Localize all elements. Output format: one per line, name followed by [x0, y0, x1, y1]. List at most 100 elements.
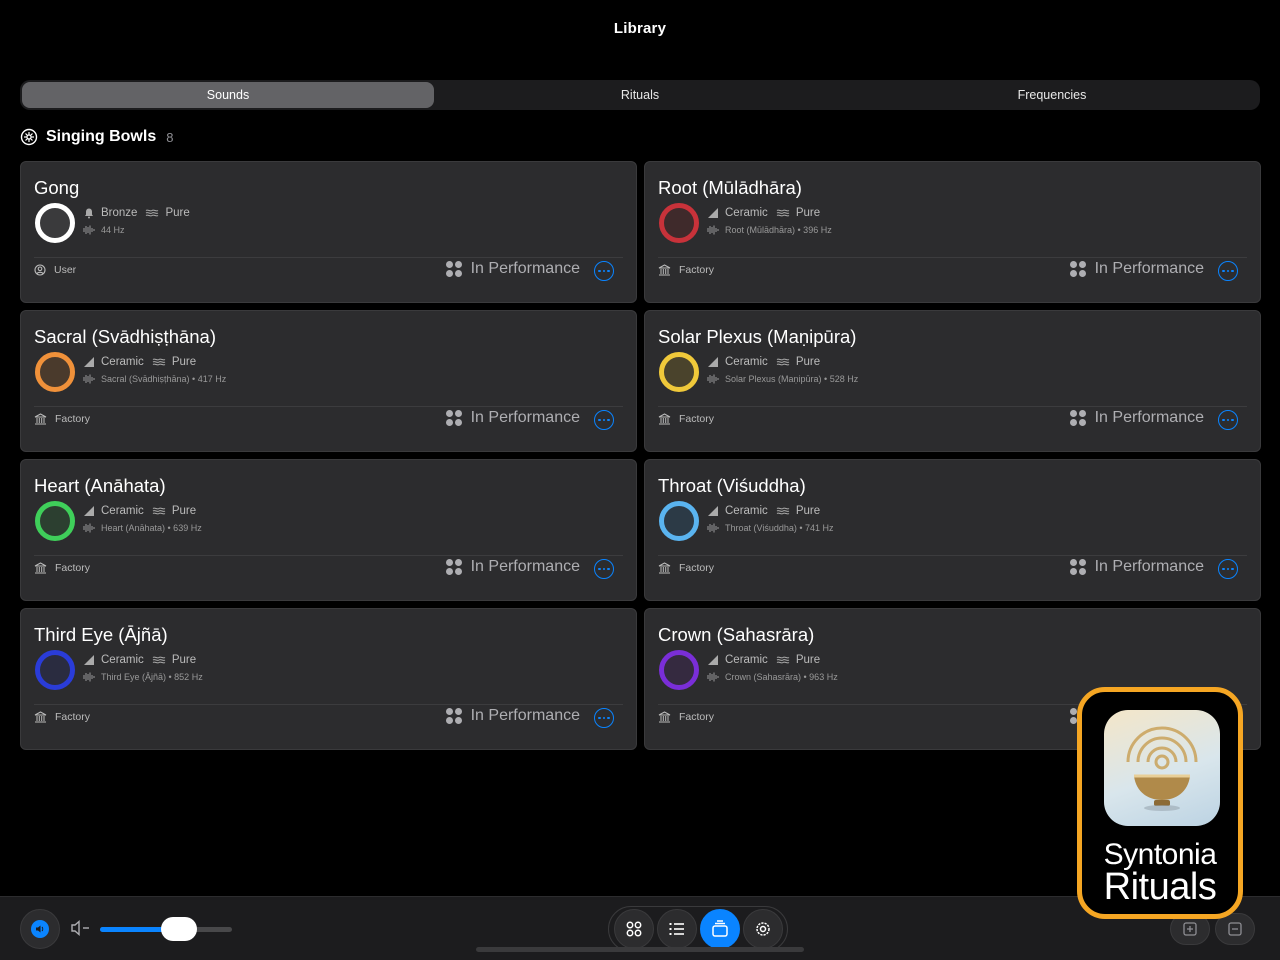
- sound-meta: Ceramic Pure: [707, 505, 820, 517]
- home-indicator: [476, 947, 804, 952]
- material-label: Ceramic: [101, 505, 144, 517]
- grid-view-button[interactable]: [613, 909, 654, 949]
- section-header: Singing Bowls 8: [20, 128, 173, 146]
- singing-bowl-logo-icon: [1126, 726, 1198, 811]
- ceramic-icon: [84, 506, 94, 516]
- sounds-grid: Gong Bronze Pure 44 Hz User In Performan…: [20, 161, 1261, 750]
- sound-card[interactable]: Solar Plexus (Maṇipūra) Ceramic Pure Sol…: [644, 310, 1261, 452]
- sound-detail: 44 Hz: [83, 225, 125, 235]
- tab-sounds[interactable]: Sounds: [22, 82, 434, 108]
- sound-card[interactable]: Throat (Viśuddha) Ceramic Pure Throat (V…: [644, 459, 1261, 601]
- page-title: Library: [613, 20, 667, 37]
- ceramic-icon: [708, 506, 718, 516]
- performance-grid-icon: [445, 410, 462, 426]
- in-performance-button[interactable]: In Performance: [445, 260, 580, 278]
- more-options-button[interactable]: [594, 410, 614, 430]
- building-icon: [34, 413, 47, 425]
- building-icon: [34, 711, 47, 723]
- sound-title: Throat (Viśuddha): [658, 475, 806, 496]
- origin: Factory: [658, 264, 714, 276]
- waveform-icon: [707, 374, 719, 384]
- waves-icon: [152, 357, 166, 367]
- more-options-button[interactable]: [1218, 410, 1238, 430]
- more-options-button[interactable]: [1218, 261, 1238, 281]
- tone-label: Pure: [171, 356, 197, 368]
- sound-card[interactable]: Sacral (Svādhiṣṭhāna) Ceramic Pure Sacra…: [20, 310, 637, 452]
- ceramic-icon: [708, 357, 718, 367]
- ceramic-icon: [708, 655, 718, 665]
- material-icon: [83, 654, 95, 666]
- color-swatch: [659, 501, 699, 541]
- stack-icon: [711, 920, 728, 937]
- sound-meta: Ceramic Pure: [707, 356, 820, 368]
- volume-slider-handle[interactable]: [161, 917, 198, 941]
- waves-icon: [776, 655, 790, 665]
- origin: Factory: [658, 711, 714, 723]
- numbered-list-icon: [669, 923, 684, 935]
- list-view-button[interactable]: [656, 909, 697, 949]
- tone-label: Pure: [795, 654, 821, 666]
- sound-card[interactable]: Gong Bronze Pure 44 Hz User In Performan…: [20, 161, 637, 303]
- sound-card[interactable]: Root (Mūlādhāra) Ceramic Pure Root (Mūlā…: [644, 161, 1261, 303]
- more-options-button[interactable]: [594, 708, 614, 728]
- origin: Factory: [34, 413, 90, 425]
- in-performance-button[interactable]: In Performance: [1069, 558, 1204, 576]
- view-toolbar: [608, 906, 788, 952]
- frequency-label: Root (Mūlādhāra) • 396 Hz: [725, 225, 832, 235]
- in-performance-button[interactable]: In Performance: [1069, 409, 1204, 427]
- tab-rituals[interactable]: Rituals: [434, 82, 846, 108]
- tone-label: Pure: [171, 654, 197, 666]
- color-swatch: [659, 203, 699, 243]
- origin-icon: [658, 562, 671, 574]
- in-performance-button[interactable]: In Performance: [1069, 260, 1204, 278]
- origin: User: [34, 264, 76, 276]
- material-icon: [707, 505, 719, 517]
- building-icon: [34, 562, 47, 574]
- ceramic-icon: [84, 357, 94, 367]
- origin-icon: [34, 562, 47, 574]
- more-options-button[interactable]: [594, 261, 614, 281]
- material-label: Ceramic: [725, 207, 768, 219]
- gear-icon: [755, 922, 770, 936]
- sound-meta: Bronze Pure: [83, 207, 190, 219]
- frequency-label: Sacral (Svādhiṣṭhāna) • 417 Hz: [101, 374, 227, 384]
- tone-label: Pure: [795, 505, 821, 517]
- origin-icon: [658, 264, 671, 276]
- sound-detail: Root (Mūlādhāra) • 396 Hz: [707, 225, 832, 235]
- origin-label: Factory: [679, 264, 715, 276]
- in-performance-button[interactable]: In Performance: [445, 409, 580, 427]
- color-swatch: [659, 352, 699, 392]
- in-performance-label: In Performance: [470, 707, 580, 724]
- origin-label: User: [54, 264, 77, 276]
- material-icon: [83, 505, 95, 517]
- settings-button[interactable]: [742, 909, 783, 949]
- sound-meta: Ceramic Pure: [83, 654, 196, 666]
- sound-meta: Ceramic Pure: [83, 505, 196, 517]
- audio-output-button[interactable]: [20, 909, 60, 949]
- frequency-label: Third Eye (Ājñā) • 852 Hz: [101, 672, 203, 682]
- frequency-label: Throat (Viśuddha) • 741 Hz: [725, 523, 834, 533]
- in-performance-button[interactable]: In Performance: [445, 558, 580, 576]
- origin-icon: [658, 413, 671, 425]
- in-performance-button[interactable]: In Performance: [445, 707, 580, 725]
- sound-title: Root (Mūlādhāra): [658, 177, 802, 198]
- in-performance-label: In Performance: [470, 558, 580, 575]
- origin: Factory: [34, 562, 90, 574]
- performance-grid-icon: [1069, 410, 1086, 426]
- more-options-button[interactable]: [594, 559, 614, 579]
- in-performance-label: In Performance: [470, 409, 580, 426]
- more-options-button[interactable]: [1218, 559, 1238, 579]
- sound-card[interactable]: Third Eye (Ājñā) Ceramic Pure Third Eye …: [20, 608, 637, 750]
- frequency-label: Solar Plexus (Maṇipūra) • 528 Hz: [725, 374, 859, 384]
- tab-frequencies[interactable]: Frequencies: [846, 82, 1258, 108]
- material-icon: [707, 654, 719, 666]
- waveform-icon: [83, 523, 95, 533]
- card-divider: [34, 406, 623, 407]
- library-view-button[interactable]: [699, 909, 740, 949]
- sound-card[interactable]: Heart (Anāhata) Ceramic Pure Heart (Anāh…: [20, 459, 637, 601]
- grid-icon: [626, 921, 641, 937]
- card-divider: [34, 257, 623, 258]
- card-divider: [34, 555, 623, 556]
- color-swatch: [35, 501, 75, 541]
- material-label: Bronze: [101, 207, 138, 219]
